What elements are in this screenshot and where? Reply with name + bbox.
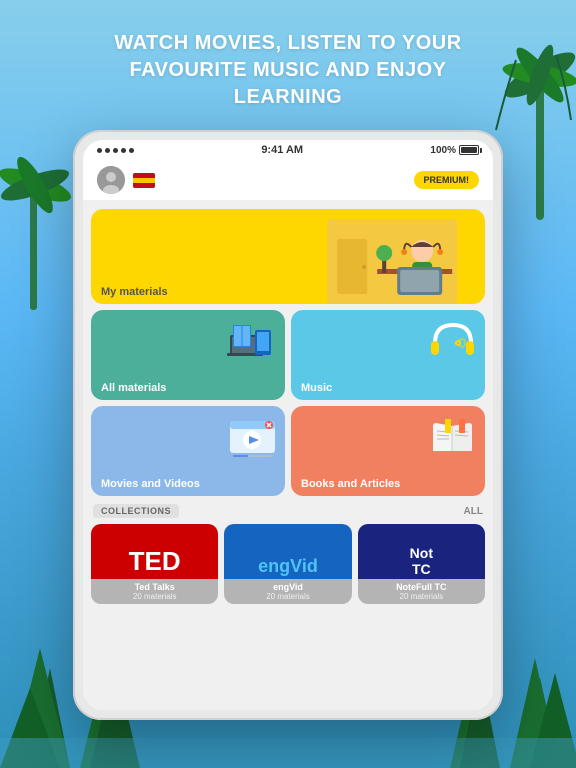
signal-dot-1 — [97, 148, 102, 153]
notefull-logo-text: NotTC — [358, 535, 485, 579]
collections-header: COLLECTIONS ALL — [91, 502, 485, 524]
my-materials-card[interactable]: My materials — [91, 209, 485, 304]
music-label: Music — [291, 376, 485, 400]
card-grid: My materials — [91, 209, 485, 496]
card-row-2: All materials Music — [91, 310, 485, 400]
all-materials-card[interactable]: All materials — [91, 310, 285, 400]
battery-percent: 100% — [430, 145, 456, 156]
language-flag[interactable] — [133, 173, 155, 188]
my-materials-label: My materials — [91, 280, 485, 304]
signal-dot-5 — [129, 148, 134, 153]
main-content: My materials — [83, 201, 493, 710]
header-line2: FAVOURITE MUSIC AND ENJOY — [130, 59, 447, 81]
ted-count: 20 materials — [97, 592, 212, 601]
books-illustration — [425, 411, 480, 466]
signal-dots — [97, 148, 134, 153]
tablet-screen: 9:41 AM 100% PREMIUM! — [83, 140, 493, 710]
collections-label: COLLECTIONS — [93, 504, 179, 518]
engvid-card[interactable]: engVid engVid 20 materials — [224, 524, 351, 604]
ted-logo-text: TED — [91, 536, 218, 579]
movies-illustration — [225, 411, 280, 466]
nav-bar: PREMIUM! — [83, 160, 493, 201]
movies-label: Movies and Videos — [91, 472, 285, 496]
notefull-logo: NotTC — [358, 524, 485, 579]
user-avatar[interactable] — [97, 166, 125, 194]
ted-talks-card[interactable]: TED Ted Talks 20 materials — [91, 524, 218, 604]
books-label: Books and Articles — [291, 472, 485, 496]
card-row-top: My materials — [91, 209, 485, 304]
header-line1: WATCH MOVIES, LISTEN TO YOUR — [114, 32, 461, 54]
battery-icon — [459, 145, 479, 155]
signal-dot-2 — [105, 148, 110, 153]
engvid-logo: engVid — [224, 524, 351, 579]
signal-dot-4 — [121, 148, 126, 153]
music-card[interactable]: Music — [291, 310, 485, 400]
collections-row: TED Ted Talks 20 materials engVid — [91, 524, 485, 604]
collections-all-label[interactable]: ALL — [464, 506, 483, 517]
books-card[interactable]: Books and Articles — [291, 406, 485, 496]
engvid-info: engVid 20 materials — [224, 579, 351, 604]
avatar-image — [97, 166, 125, 194]
engvid-name: engVid — [230, 582, 345, 592]
engvid-count: 20 materials — [230, 592, 345, 601]
hero-header: WATCH MOVIES, LISTEN TO YOUR FAVOURITE M… — [0, 20, 576, 121]
status-bar: 9:41 AM 100% — [83, 140, 493, 160]
notefull-info: NoteFull TC 20 materials — [358, 579, 485, 604]
notefull-count: 20 materials — [364, 592, 479, 601]
signal-dot-3 — [113, 148, 118, 153]
status-battery: 100% — [430, 145, 479, 156]
engvid-logo-text: engVid — [224, 546, 351, 579]
nav-left — [97, 166, 155, 194]
notefull-card[interactable]: NotTC NoteFull TC 20 materials — [358, 524, 485, 604]
status-time: 9:41 AM — [261, 144, 303, 156]
all-materials-illustration — [225, 315, 280, 370]
premium-button[interactable]: PREMIUM! — [414, 171, 480, 189]
ted-name: Ted Talks — [97, 582, 212, 592]
movies-card[interactable]: Movies and Videos — [91, 406, 285, 496]
tablet-frame: 9:41 AM 100% PREMIUM! — [73, 130, 503, 720]
notefull-name: NoteFull TC — [364, 582, 479, 592]
card-row-3: Movies and Videos — [91, 406, 485, 496]
header-line3: LEARNING — [234, 86, 342, 108]
collections-section: COLLECTIONS ALL TED Ted Talks 20 materia… — [91, 502, 485, 604]
ted-logo: TED — [91, 524, 218, 579]
all-materials-label: All materials — [91, 376, 285, 400]
music-illustration — [425, 315, 480, 370]
ted-info: Ted Talks 20 materials — [91, 579, 218, 604]
